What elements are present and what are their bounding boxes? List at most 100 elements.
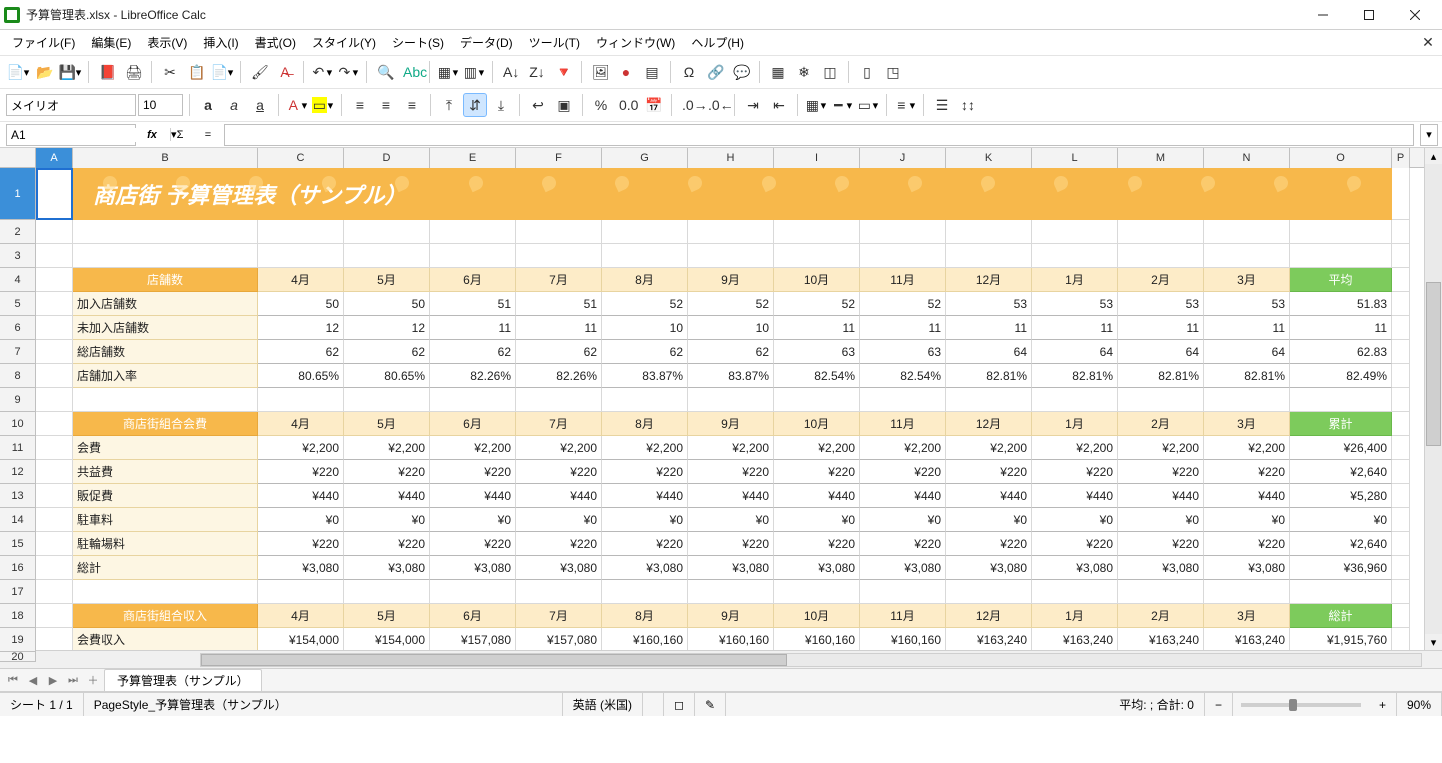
- sec1-row-0-label[interactable]: 加入店舗数: [73, 292, 258, 316]
- row-header-12[interactable]: 12: [0, 460, 36, 484]
- col-header-L[interactable]: L: [1032, 148, 1118, 168]
- col-header-E[interactable]: E: [430, 148, 516, 168]
- sec1-row-0-val-4[interactable]: 52: [602, 292, 688, 316]
- sec2-row-4-val-9[interactable]: ¥220: [1032, 532, 1118, 556]
- sec1-month-1[interactable]: 5月: [344, 268, 430, 292]
- cell-B9[interactable]: [73, 388, 258, 412]
- cell-A3[interactable]: [36, 244, 73, 268]
- zoom-value[interactable]: 90%: [1397, 693, 1442, 716]
- close-button[interactable]: [1392, 0, 1438, 30]
- sec2-row-2-val-5[interactable]: ¥440: [688, 484, 774, 508]
- cell-N2[interactable]: [1204, 220, 1290, 244]
- cell-A9[interactable]: [36, 388, 73, 412]
- sec1-row-1-val-4[interactable]: 10: [602, 316, 688, 340]
- cell-M17[interactable]: [1118, 580, 1204, 604]
- vscroll-thumb[interactable]: [1426, 282, 1441, 447]
- sec1-month-9[interactable]: 1月: [1032, 268, 1118, 292]
- row-header-9[interactable]: 9: [0, 388, 36, 412]
- sec2-row-2-val-4[interactable]: ¥440: [602, 484, 688, 508]
- cell-F2[interactable]: [516, 220, 602, 244]
- sec1-row-0-val-5[interactable]: 52: [688, 292, 774, 316]
- copy-icon[interactable]: 📋: [184, 60, 208, 84]
- row-header-17[interactable]: 17: [0, 580, 36, 604]
- cell-A10[interactable]: [36, 412, 73, 436]
- cell-F3[interactable]: [516, 244, 602, 268]
- cell-O17[interactable]: [1290, 580, 1392, 604]
- sec1-month-2[interactable]: 6月: [430, 268, 516, 292]
- font-color-icon[interactable]: A▾: [285, 93, 309, 117]
- row-header-2[interactable]: 2: [0, 220, 36, 244]
- sec2-month-11[interactable]: 3月: [1204, 412, 1290, 436]
- sec1-month-7[interactable]: 11月: [860, 268, 946, 292]
- sort-asc-icon[interactable]: A↓: [499, 60, 523, 84]
- cell-E17[interactable]: [430, 580, 516, 604]
- sec1-row-3-val-7[interactable]: 82.54%: [860, 364, 946, 388]
- sec3-month-11[interactable]: 3月: [1204, 604, 1290, 628]
- banner-title[interactable]: 商店街 予算管理表（サンプル）: [73, 168, 1392, 220]
- sec1-row-3-val-11[interactable]: 82.81%: [1204, 364, 1290, 388]
- sec2-row-4-agg[interactable]: ¥2,640: [1290, 532, 1392, 556]
- tab-prev-icon[interactable]: ◀: [24, 671, 42, 689]
- col-header-J[interactable]: J: [860, 148, 946, 168]
- sec1-row-3-val-5[interactable]: 83.87%: [688, 364, 774, 388]
- row-header-7[interactable]: 7: [0, 340, 36, 364]
- sec1-row-2-val-4[interactable]: 62: [602, 340, 688, 364]
- sec2-row-0-label[interactable]: 会費: [73, 436, 258, 460]
- cell-P3[interactable]: [1392, 244, 1410, 268]
- sec1-row-1-val-5[interactable]: 10: [688, 316, 774, 340]
- cell-I3[interactable]: [774, 244, 860, 268]
- sort-desc-icon[interactable]: Z↓: [525, 60, 549, 84]
- col-header-N[interactable]: N: [1204, 148, 1290, 168]
- valign-top-icon[interactable]: ⤒: [437, 93, 461, 117]
- cell-A11[interactable]: [36, 436, 73, 460]
- sec3-month-5[interactable]: 9月: [688, 604, 774, 628]
- zoom-in-icon[interactable]: +: [1369, 693, 1397, 716]
- sec1-row-0-val-9[interactable]: 53: [1032, 292, 1118, 316]
- cell-D17[interactable]: [344, 580, 430, 604]
- sec2-row-2-val-2[interactable]: ¥440: [430, 484, 516, 508]
- sec2-title[interactable]: 商店街組合会費: [73, 412, 258, 436]
- sec2-row-5-val-1[interactable]: ¥3,080: [344, 556, 430, 580]
- sec2-row-3-val-2[interactable]: ¥0: [430, 508, 516, 532]
- menu-tool[interactable]: ツール(T): [521, 30, 588, 55]
- sec3-row-0-val-4[interactable]: ¥160,160: [602, 628, 688, 650]
- status-insert[interactable]: [643, 693, 664, 716]
- sec2-row-4-label[interactable]: 駐輪場料: [73, 532, 258, 556]
- sec1-row-1-val-3[interactable]: 11: [516, 316, 602, 340]
- cell-O2[interactable]: [1290, 220, 1392, 244]
- row-header-5[interactable]: 5: [0, 292, 36, 316]
- headers-icon[interactable]: ▦: [766, 60, 790, 84]
- sec3-month-4[interactable]: 8月: [602, 604, 688, 628]
- sec2-month-4[interactable]: 8月: [602, 412, 688, 436]
- sec2-row-5-val-9[interactable]: ¥3,080: [1032, 556, 1118, 580]
- sec2-month-5[interactable]: 9月: [688, 412, 774, 436]
- cell-C9[interactable]: [258, 388, 344, 412]
- cell-B17[interactable]: [73, 580, 258, 604]
- sec3-row-0-val-9[interactable]: ¥163,240: [1032, 628, 1118, 650]
- valign-middle-icon[interactable]: ⇵: [463, 93, 487, 117]
- sec2-month-7[interactable]: 11月: [860, 412, 946, 436]
- col-header-C[interactable]: C: [258, 148, 344, 168]
- sec2-row-1-val-6[interactable]: ¥220: [774, 460, 860, 484]
- cell-P16[interactable]: [1392, 556, 1410, 580]
- sec2-row-1-val-10[interactable]: ¥220: [1118, 460, 1204, 484]
- menu-view[interactable]: 表示(V): [139, 30, 195, 55]
- font-name-input[interactable]: [6, 94, 136, 116]
- split-icon[interactable]: ◫: [818, 60, 842, 84]
- sec1-row-3-val-2[interactable]: 82.26%: [430, 364, 516, 388]
- sec3-row-0-val-6[interactable]: ¥160,160: [774, 628, 860, 650]
- cell-A14[interactable]: [36, 508, 73, 532]
- status-aggregate[interactable]: 平均: ; 合計: 0: [726, 693, 1205, 716]
- cell-P8[interactable]: [1392, 364, 1410, 388]
- spellcheck-icon[interactable]: Abc: [399, 60, 423, 84]
- cell-P19[interactable]: [1392, 628, 1410, 650]
- cell-J17[interactable]: [860, 580, 946, 604]
- sec2-month-2[interactable]: 6月: [430, 412, 516, 436]
- cell-P9[interactable]: [1392, 388, 1410, 412]
- tab-last-icon[interactable]: ⏭: [64, 671, 82, 689]
- sec1-row-2-val-9[interactable]: 64: [1032, 340, 1118, 364]
- sec3-row-0-val-0[interactable]: ¥154,000: [258, 628, 344, 650]
- row-header-15[interactable]: 15: [0, 532, 36, 556]
- sec1-month-5[interactable]: 9月: [688, 268, 774, 292]
- cell-H17[interactable]: [688, 580, 774, 604]
